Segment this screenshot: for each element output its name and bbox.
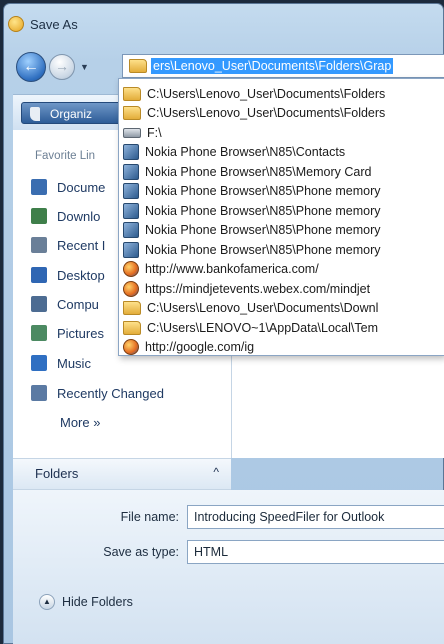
history-item[interactable]: Nokia Phone Browser\N85\Phone memory [119, 181, 444, 202]
history-item[interactable]: Nokia Phone Browser\N85\Memory Card [119, 161, 444, 182]
history-item[interactable]: http://google.com/ig [119, 337, 444, 355]
history-item-label: Nokia Phone Browser\N85\Phone memory [145, 184, 381, 198]
sidebar-item-label: Docume [57, 179, 106, 195]
save-options-panel: File name: Introducing SpeedFiler for Ou… [13, 490, 444, 644]
history-item-label: C:\Users\LENOVO~1\AppData\Local\Tem [147, 320, 378, 335]
sidebar-item-label: Pictures [57, 325, 104, 341]
history-item[interactable]: C:\Users\LENOVO~1\AppData\Local\Tem [119, 317, 444, 338]
history-item-label: Nokia Phone Browser\N85\Contacts [145, 145, 346, 159]
history-item-label: https://mindjetevents.webex.com/mindjet [145, 281, 371, 296]
history-item[interactable]: C:\Users\Lenovo_User\Documents\Folders [119, 83, 444, 104]
more-link[interactable]: More » [60, 415, 100, 430]
history-item[interactable]: F:\ [119, 122, 444, 143]
history-item-label: Nokia Phone Browser\N85\Memory Card [145, 164, 372, 179]
sidebar-item-label: Downlo [57, 208, 101, 224]
history-item[interactable]: Nokia Phone Browser\N85\Phone memory [119, 220, 444, 241]
address-history-dropdown: C:\Users\Lenovo_User\Documents\Folders C:… [118, 78, 444, 356]
web-icon [123, 339, 139, 355]
pictures-icon [31, 325, 47, 341]
history-item-label: Nokia Phone Browser\N85\Phone memory [145, 223, 381, 237]
history-item[interactable]: Nokia Phone Browser\N85\Contacts [119, 142, 444, 163]
sidebar-item-recently-changed[interactable]: Recently Changed [31, 382, 164, 404]
file-name-input[interactable]: Introducing SpeedFiler for Outlook [187, 505, 444, 529]
history-item[interactable]: http://www.bankofamerica.com/ [119, 259, 444, 280]
folder-icon [123, 106, 141, 120]
file-name-label: File name: [120, 510, 179, 524]
sidebar-item-label: Compu [57, 296, 99, 312]
favorite-links-heading: Favorite Lin [35, 150, 96, 162]
sidebar-item-music[interactable]: Music [31, 352, 91, 374]
sidebar-item-label: Recently Changed [57, 385, 164, 401]
folders-bar[interactable]: Folders ^ [13, 458, 231, 490]
music-icon [31, 355, 47, 371]
sidebar-item-computer[interactable]: Compu [31, 293, 99, 315]
recently-changed-icon [31, 385, 47, 401]
app-icon [8, 16, 24, 32]
phone-icon [123, 183, 139, 199]
chevron-up-icon: ▲ [39, 594, 55, 610]
window-title: Save As [30, 16, 78, 32]
folders-label: Folders [35, 466, 79, 481]
phone-icon [123, 241, 139, 258]
hide-folders-button[interactable]: ▲ Hide Folders [39, 594, 133, 610]
history-item-label: http://www.bankofamerica.com/ [145, 262, 319, 276]
sidebar-item-label: Desktop [57, 267, 105, 283]
folder-icon [129, 59, 147, 73]
history-item[interactable]: Nokia Phone Browser\N85\Phone memory [119, 200, 444, 221]
history-item[interactable]: C:\Users\Lenovo_User\Documents\Folders [119, 103, 444, 124]
downloads-icon [31, 208, 47, 224]
save-as-type-label: Save as type: [103, 545, 179, 559]
address-input[interactable]: ers\Lenovo_User\Documents\Folders\Grap [151, 58, 394, 74]
title-bar: Save As [8, 10, 428, 38]
documents-icon [31, 179, 47, 195]
more-label: More [60, 415, 90, 430]
back-button[interactable]: ← [16, 52, 46, 82]
hide-folders-label: Hide Folders [62, 595, 133, 609]
drive-icon [123, 127, 141, 138]
double-chevron-right-icon: » [93, 415, 101, 430]
organize-button[interactable]: Organiz [21, 102, 131, 124]
folder-icon [123, 86, 141, 101]
sidebar-item-desktop[interactable]: Desktop [31, 264, 105, 286]
folder-icon [123, 320, 141, 335]
sidebar-item-label: Music [57, 355, 91, 371]
organize-icon [30, 107, 40, 121]
organize-label: Organiz [50, 107, 93, 121]
sidebar-item-recent-items[interactable]: Recent I [31, 234, 105, 256]
sidebar-item-pictures[interactable]: Pictures [31, 322, 104, 344]
chevron-up-icon[interactable]: ^ [213, 465, 219, 479]
phone-icon [123, 222, 139, 238]
phone-icon [123, 144, 139, 160]
web-icon [123, 261, 139, 277]
sidebar-item-label: Recent I [57, 237, 106, 253]
web-icon [123, 280, 139, 297]
sidebar-item-downloads[interactable]: Downlo [31, 205, 100, 227]
phone-icon [123, 202, 139, 219]
recent-items-icon [31, 237, 47, 253]
history-item-label: Nokia Phone Browser\N85\Phone memory [145, 203, 381, 218]
desktop-icon [31, 267, 47, 283]
history-item[interactable]: C:\Users\Lenovo_User\Documents\Downl [119, 298, 444, 319]
navigation-buttons: ← → ▼ [16, 52, 89, 82]
history-item-label: C:\Users\Lenovo_User\Documents\Downl [147, 301, 379, 315]
history-item-label: http://google.com/ig [145, 340, 255, 354]
history-item[interactable]: https://mindjetevents.webex.com/mindjet [119, 278, 444, 299]
forward-button[interactable]: → [49, 54, 75, 80]
history-item-label: F:\ [147, 125, 162, 140]
sidebar-item-documents[interactable]: Docume [31, 176, 105, 198]
history-item-label: C:\Users\Lenovo_User\Documents\Folders [147, 86, 386, 101]
phone-icon [123, 163, 139, 180]
history-item-label: C:\Users\Lenovo_User\Documents\Folders [147, 106, 386, 120]
recent-pages-chevron-down-icon[interactable]: ▼ [80, 62, 89, 72]
computer-icon [31, 296, 47, 312]
history-item-label: Nokia Phone Browser\N85\Phone memory [145, 242, 381, 257]
save-as-type-select[interactable]: HTML [187, 540, 444, 564]
address-bar[interactable]: ers\Lenovo_User\Documents\Folders\Grap [122, 54, 444, 78]
history-item[interactable]: Nokia Phone Browser\N85\Phone memory [119, 239, 444, 260]
folder-icon [123, 301, 141, 315]
